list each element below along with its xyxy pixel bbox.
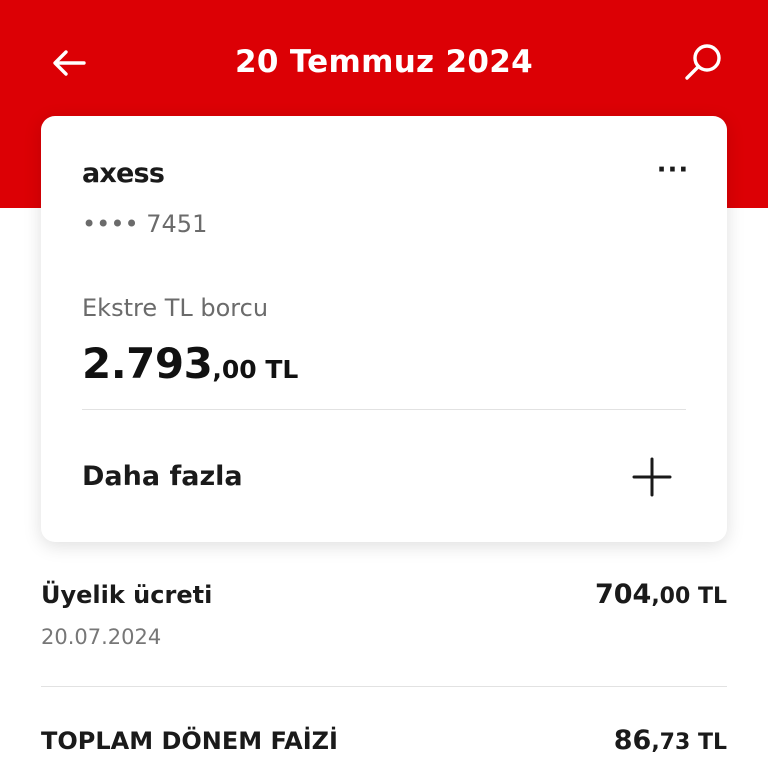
list-divider: [41, 686, 727, 687]
transaction-name: Üyelik ücreti: [41, 581, 213, 609]
transaction-amount-integer: 704: [594, 579, 652, 610]
transaction-amount: 704,00 TL: [595, 578, 727, 615]
more-details-label: Daha fazla: [82, 461, 243, 492]
card-divider: [82, 409, 686, 410]
ellipsis-icon: ···: [656, 155, 690, 185]
masked-card-number: •••• 7451: [82, 210, 208, 238]
transaction-date: 20.07.2024: [41, 625, 162, 649]
card-options-button[interactable]: ···: [648, 150, 698, 190]
balance-decimal: ,00 TL: [212, 355, 299, 384]
statement-balance-label: Ekstre TL borcu: [82, 294, 269, 322]
more-details-toggle[interactable]: Daha fazla: [41, 442, 727, 512]
transaction-row-membership-fee[interactable]: Üyelik ücreti 20.07.2024 704,00 TL: [41, 578, 727, 658]
credit-card-summary: axess ··· •••• 7451 Ekstre TL borcu 2.79…: [41, 116, 727, 542]
card-brand-logo: axess: [82, 158, 165, 189]
transaction-amount-decimal: ,00 TL: [651, 584, 727, 609]
page-title: 20 Temmuz 2024: [235, 44, 533, 80]
search-icon: [685, 44, 721, 80]
balance-integer: 2.793: [82, 339, 213, 388]
transaction-name: TOPLAM DÖNEM FAİZİ: [41, 727, 338, 755]
transaction-amount-integer: 86: [613, 725, 652, 756]
transaction-amount-decimal: ,73 TL: [651, 730, 727, 755]
statement-balance-amount: 2.793,00 TL: [82, 338, 298, 399]
transaction-amount: 86,73 TL: [614, 724, 727, 761]
plus-icon: [632, 457, 672, 497]
search-button[interactable]: [678, 38, 728, 88]
transaction-row-total-interest[interactable]: TOPLAM DÖNEM FAİZİ 86,73 TL: [41, 724, 727, 764]
